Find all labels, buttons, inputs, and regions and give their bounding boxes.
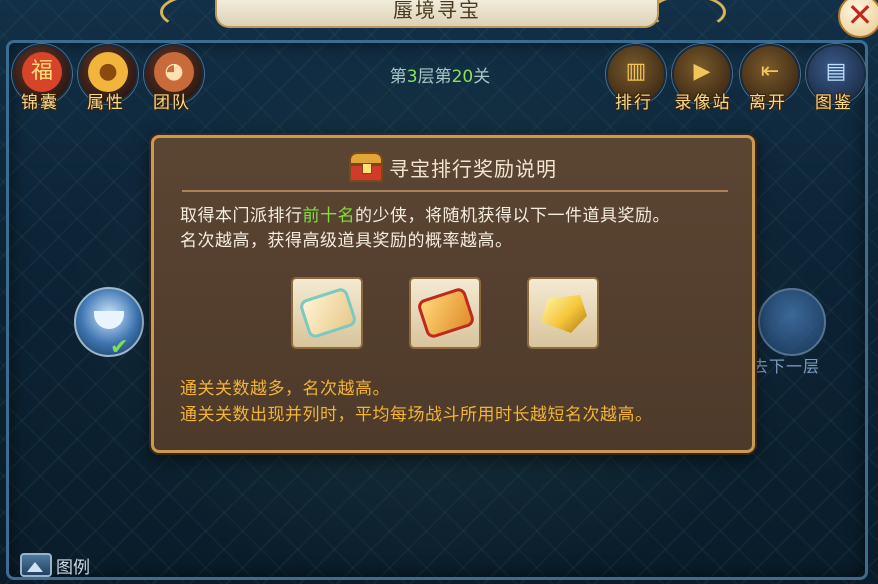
exit-door-icon: ⇤ xyxy=(760,59,780,84)
teacup-icon xyxy=(94,311,124,329)
exit-button-label: 离开 xyxy=(749,93,787,113)
next-floor-node[interactable] xyxy=(758,288,826,356)
picture-icon xyxy=(20,553,52,577)
bag-button-label: 锦囊 xyxy=(21,93,59,113)
stage-indicator: 第3层第20关 xyxy=(389,67,491,87)
treasure-chest-icon xyxy=(349,152,383,182)
monkey-icon: ◕ xyxy=(154,52,194,92)
scroll-icon xyxy=(298,286,358,340)
legend-button[interactable]: 图例 xyxy=(20,551,90,579)
close-icon: ✕ xyxy=(846,0,874,34)
bag-icon: 福 xyxy=(22,52,62,92)
video-camera-icon: ▶ xyxy=(693,59,711,84)
team-button-label: 团队 xyxy=(153,93,191,113)
dialog-notes: 通关关数越多，名次越高。 通关关数出现并列时，平均每场战斗所用时长越短名次越高。 xyxy=(180,376,740,428)
dialog-description: 取得本门派排行前十名的少侠，将随机获得以下一件道具奖励。 名次越高，获得高级道具… xyxy=(180,206,670,251)
next-floor-label: 去下一层 xyxy=(752,357,821,376)
reward-item-golden-scroll[interactable] xyxy=(409,277,481,349)
dialog-header: 寻宝排行奖励说明 xyxy=(154,148,752,186)
video-station-button-label: 录像站 xyxy=(674,93,732,113)
podium-icon: ▥ xyxy=(625,59,647,84)
reward-item-gem[interactable] xyxy=(527,277,599,349)
golden-scroll-icon xyxy=(416,286,476,340)
window-title: 蜃境寻宝 xyxy=(215,0,659,28)
current-node[interactable] xyxy=(74,287,144,357)
dialog-title: 寻宝排行奖励说明 xyxy=(389,156,557,181)
reward-items xyxy=(291,277,611,351)
attributes-button-label: 属性 xyxy=(87,93,125,113)
legend-label: 图例 xyxy=(56,557,90,578)
reward-info-dialog: 寻宝排行奖励说明 取得本门派排行前十名的少侠，将随机获得以下一件道具奖励。 名次… xyxy=(151,135,755,453)
codex-button-label: 图鉴 xyxy=(815,93,853,113)
chick-icon: ● xyxy=(88,52,128,92)
book-icon: ▤ xyxy=(825,59,847,84)
rank-highlight: 前十名 xyxy=(302,206,355,226)
reward-item-scroll[interactable] xyxy=(291,277,363,349)
note-line-2: 通关关数出现并列时，平均每场战斗所用时长越短名次越高。 xyxy=(180,405,653,425)
ranking-button-label: 排行 xyxy=(615,93,653,113)
note-line-1: 通关关数越多，名次越高。 xyxy=(180,379,390,399)
checkmark-icon: ✔ xyxy=(110,335,129,360)
gold-gem-icon xyxy=(541,295,587,333)
dialog-divider xyxy=(182,190,728,192)
